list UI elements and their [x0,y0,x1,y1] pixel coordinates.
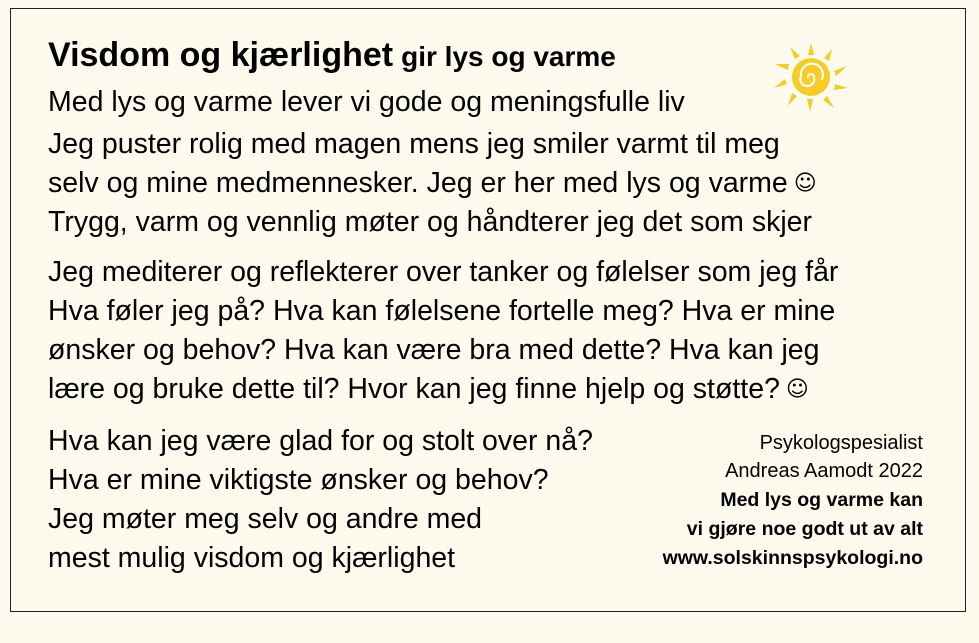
paragraph2-line: Jeg mediterer og reflekterer over tanker… [48,256,839,288]
smiley-icon: ☺ [793,171,817,196]
paragraph1-line: Trygg, varm og vennlig møter og håndtere… [48,206,813,238]
heading-subtitle: gir lys og varme [401,41,616,72]
signature-author: Andreas Aamodt 2022 [725,460,923,482]
heading: Visdom og kjærlighet gir lys og varme [48,38,616,72]
intro-line: Med lys og varme lever vi gode og mening… [48,86,685,118]
paragraph1-line: Jeg puster rolig med magen mens jeg smil… [48,128,780,160]
paragraph2-line: Hva føler jeg på? Hva kan følelsene fort… [48,295,836,327]
paragraph3-line: Hva kan jeg være glad for og stolt over … [48,425,593,457]
paragraph3-line: Hva er mine viktigste ønsker og behov? [48,464,549,496]
paragraph3-line: Jeg møter meg selv og andre med [48,503,483,535]
smiley-icon: ☺ [785,377,809,402]
paragraph3-line: mest mulig visdom og kjærlighet [48,542,456,574]
paragraph2-line-text: lære og bruke dette til? Hvor kan jeg fi… [48,373,780,405]
signature-motto: vi gjøre noe godt ut av alt [686,518,923,540]
paragraph2-line: lære og bruke dette til? Hvor kan jeg fi… [48,375,809,404]
paragraph1-line-text: selv og mine medmennesker. Jeg er her me… [48,167,788,199]
signature-motto: Med lys og varme kan [720,489,923,511]
heading-title: Visdom og kjærlighet [48,36,394,74]
paragraph1-line: selv og mine medmennesker. Jeg er her me… [48,169,817,198]
paragraph2-line: ønsker og behov? Hva kan være bra med de… [48,334,820,366]
signature-role: Psykologspesialist [759,432,923,454]
signature-website: www.solskinnspsykologi.no [662,547,923,569]
sun-icon [774,43,848,112]
